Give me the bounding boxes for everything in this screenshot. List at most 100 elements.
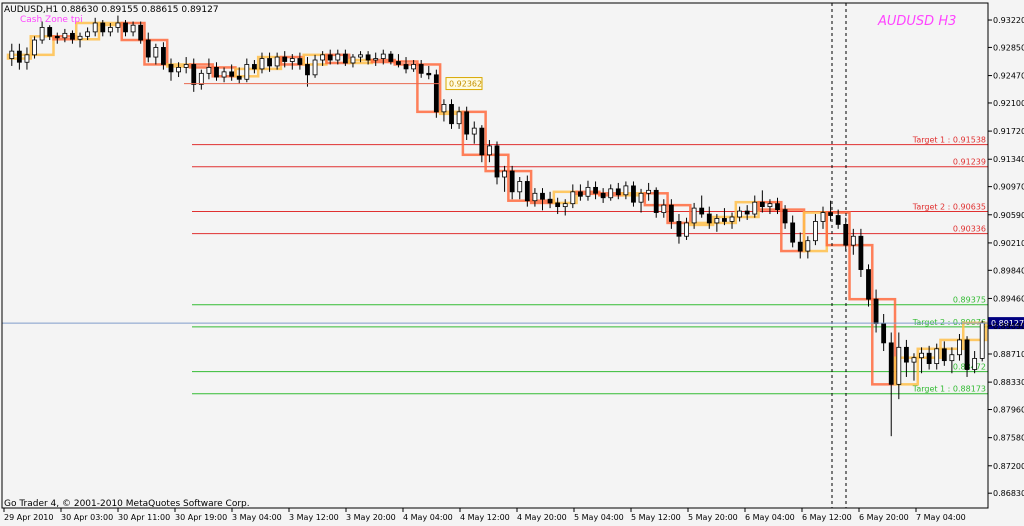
candle-body [600, 192, 606, 199]
candle-body [896, 346, 902, 385]
candle [373, 52, 379, 66]
candle-body [229, 71, 235, 77]
candle-body [115, 22, 121, 28]
y-tick-label: 0.88330 [993, 378, 1024, 387]
candle-body [562, 203, 568, 208]
x-tick-label: 6 May 12:00 [802, 513, 852, 522]
candle-body [161, 47, 166, 65]
x-tick-label: 4 May 04:00 [403, 513, 453, 522]
candle-body [479, 127, 485, 156]
candle-body [312, 59, 318, 76]
candles [9, 15, 985, 437]
candle-body [388, 53, 394, 62]
candle-body [9, 50, 15, 59]
candle [646, 182, 652, 201]
candle [699, 195, 705, 218]
candle-body [524, 181, 530, 202]
level-label: Target 1 : 0.88173 [912, 385, 986, 394]
candle [32, 36, 37, 59]
candle-body [585, 186, 591, 197]
candle [911, 353, 917, 381]
candle [115, 15, 121, 33]
candle [653, 187, 659, 218]
candle-body [722, 218, 727, 222]
candle-body [729, 216, 735, 222]
plot-frame [1, 2, 989, 509]
candle-body [365, 54, 371, 61]
candle [972, 351, 978, 374]
candle-body [615, 188, 621, 196]
candle [547, 191, 553, 209]
candle-body [775, 203, 780, 210]
candle-body [979, 322, 985, 359]
x-tick-label: 6 May 20:00 [859, 513, 909, 522]
y-tick-label: 0.87200 [993, 462, 1024, 471]
candle-body [130, 24, 136, 33]
x-tick-label: 6 May 04:00 [745, 513, 795, 522]
axes: 0.93220 0.92850 0.92470 0.92100 0.91720 0.913… [1, 2, 1024, 522]
candle [957, 333, 962, 361]
candle [540, 188, 545, 211]
candle-body [797, 241, 803, 252]
level-label: Target 1 : 0.91538 [912, 136, 986, 145]
y-tick-label: 0.87960 [993, 406, 1024, 415]
candle [623, 181, 629, 200]
candle-body [24, 54, 30, 63]
candle [168, 58, 174, 81]
x-tick-label: 30 Apr 19:00 [175, 513, 227, 522]
candle-body [941, 348, 947, 362]
candle [449, 99, 454, 129]
candle-body [759, 201, 765, 208]
candle-body [691, 207, 697, 224]
trading-chart[interactable]: Target 1 : 0.91538 0.91239 Target 2 : 0.90… [0, 0, 1024, 526]
y-tick-label: 0.86830 [993, 489, 1024, 498]
candle [737, 206, 743, 222]
candle [941, 341, 947, 366]
candle-body [176, 67, 181, 73]
candle [92, 17, 98, 37]
candle-body [335, 53, 341, 61]
candle-body [502, 170, 507, 178]
candle-body [358, 54, 363, 58]
candle-body [911, 357, 917, 363]
candle [888, 332, 894, 437]
candle [517, 177, 523, 200]
candle [562, 199, 568, 216]
symbol-info: AUDUSD,H1 0.88630 0.89155 0.88615 0.8912… [4, 5, 219, 15]
candle-body [926, 352, 932, 365]
candle-body [441, 104, 447, 113]
candle [214, 62, 219, 81]
y-tick-label: 0.89460 [993, 294, 1024, 303]
candle-body [653, 189, 659, 213]
candle-body [631, 185, 636, 203]
candle-body [77, 35, 83, 40]
chart-canvas[interactable]: Target 1 : 0.91538 0.91239 Target 2 : 0.90… [0, 0, 1024, 526]
y-tick-label: 0.88710 [993, 350, 1024, 359]
candle-body [289, 58, 295, 62]
candle [305, 57, 310, 87]
candle-body [790, 222, 796, 243]
candle-body [646, 189, 652, 194]
candle-body [39, 27, 45, 41]
overlay-lines: 0.923620.89127 [2, 3, 1024, 508]
candle-body [259, 58, 265, 70]
candle [820, 206, 826, 229]
candle [259, 52, 265, 74]
y-tick-label: 0.92850 [993, 43, 1024, 52]
x-tick-label: 5 May 04:00 [574, 513, 624, 522]
candle [153, 43, 159, 65]
candle [797, 232, 803, 259]
candle-body [820, 212, 826, 222]
y-tick-label: 0.90210 [993, 239, 1024, 248]
candle [244, 58, 250, 83]
y-tick-label: 0.90970 [993, 183, 1024, 192]
candle-body [327, 54, 333, 61]
candle [471, 121, 477, 144]
candle-body [972, 358, 978, 370]
candle [585, 180, 591, 201]
candle [873, 289, 879, 333]
candle-body [737, 210, 743, 218]
candle-body [244, 64, 250, 80]
candle-body [342, 53, 348, 64]
candle-body [555, 202, 561, 208]
